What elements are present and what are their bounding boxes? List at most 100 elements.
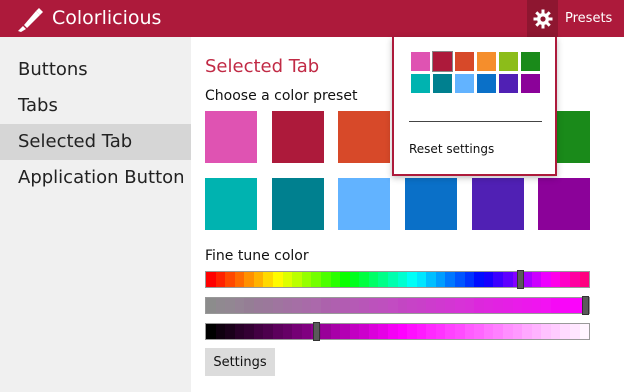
slider-segment bbox=[502, 298, 513, 313]
settings-button[interactable]: Settings bbox=[205, 348, 275, 376]
slider-segment bbox=[301, 324, 312, 339]
preset-label: Choose a color preset bbox=[205, 88, 358, 104]
slider-segment bbox=[531, 298, 542, 313]
presets-dropdown: Reset settings bbox=[392, 37, 557, 176]
dropdown-color-swatch[interactable] bbox=[433, 74, 452, 93]
slider-segment bbox=[407, 272, 417, 287]
slider-segment bbox=[464, 324, 475, 339]
slider-segment bbox=[263, 298, 274, 313]
slider-segment bbox=[445, 272, 456, 287]
preset-swatch[interactable] bbox=[272, 111, 324, 163]
reset-settings-item[interactable]: Reset settings bbox=[409, 142, 494, 156]
preset-swatch[interactable] bbox=[338, 178, 390, 230]
slider-segment bbox=[455, 272, 465, 287]
slider-segment bbox=[493, 272, 503, 287]
slider-segment bbox=[464, 298, 475, 313]
slider-segment bbox=[493, 324, 503, 339]
slider-segment bbox=[512, 324, 523, 339]
brightness-slider-thumb[interactable] bbox=[313, 322, 320, 341]
brightness-slider[interactable] bbox=[205, 323, 590, 340]
slider-segment bbox=[378, 298, 388, 313]
dropdown-color-swatch[interactable] bbox=[432, 51, 453, 72]
dropdown-color-swatch[interactable] bbox=[455, 74, 474, 93]
slider-segment bbox=[416, 298, 427, 313]
dropdown-color-swatch[interactable] bbox=[499, 52, 518, 71]
slider-segment bbox=[387, 298, 398, 313]
saturation-slider[interactable] bbox=[205, 297, 590, 314]
slider-segment bbox=[512, 298, 523, 313]
dropdown-color-swatch[interactable] bbox=[521, 74, 540, 93]
preset-swatch[interactable] bbox=[338, 111, 390, 163]
slider-segment bbox=[483, 324, 494, 339]
slider-segment bbox=[225, 324, 235, 339]
slider-segment bbox=[541, 272, 551, 287]
preset-swatch[interactable] bbox=[205, 111, 257, 163]
slider-segment bbox=[445, 324, 456, 339]
slider-segment bbox=[253, 298, 264, 313]
slider-segment bbox=[225, 272, 235, 287]
slider-segment bbox=[550, 272, 561, 287]
presets-button[interactable]: Presets bbox=[565, 11, 612, 26]
sidebar-item-tabs[interactable]: Tabs bbox=[0, 88, 191, 124]
slider-segment bbox=[426, 272, 436, 287]
slider-segment bbox=[234, 272, 245, 287]
page-title: Selected Tab bbox=[205, 56, 320, 77]
gear-icon[interactable] bbox=[533, 9, 553, 29]
dropdown-divider bbox=[409, 121, 542, 122]
title-bar: Colorlicious Presets bbox=[0, 0, 624, 37]
hue-slider[interactable] bbox=[205, 271, 590, 288]
slider-segment bbox=[359, 298, 369, 313]
slider-segment bbox=[253, 324, 264, 339]
slider-segment bbox=[215, 298, 226, 313]
slider-segment bbox=[253, 272, 264, 287]
preset-swatch[interactable] bbox=[272, 178, 324, 230]
slider-segment bbox=[560, 272, 570, 287]
slider-segment bbox=[464, 272, 475, 287]
slider-segment bbox=[378, 272, 388, 287]
slider-segment bbox=[320, 324, 331, 339]
hue-slider-thumb[interactable] bbox=[517, 270, 524, 289]
sidebar-item-selected-tab[interactable]: Selected Tab bbox=[0, 124, 191, 160]
slider-segment bbox=[455, 298, 465, 313]
slider-segment bbox=[387, 324, 398, 339]
slider-segment bbox=[244, 324, 254, 339]
slider-segment bbox=[560, 324, 570, 339]
sidebar-item-buttons[interactable]: Buttons bbox=[0, 52, 191, 88]
slider-segment bbox=[301, 298, 312, 313]
saturation-slider-thumb[interactable] bbox=[582, 296, 589, 315]
dropdown-color-swatch[interactable] bbox=[521, 52, 540, 71]
slider-segment bbox=[426, 298, 436, 313]
dropdown-color-swatch[interactable] bbox=[411, 52, 430, 71]
slider-segment bbox=[483, 298, 494, 313]
dropdown-color-swatch[interactable] bbox=[477, 52, 496, 71]
slider-segment bbox=[455, 324, 465, 339]
sidebar-item-application-button[interactable]: Application Button bbox=[0, 160, 191, 196]
preset-swatch[interactable] bbox=[472, 178, 524, 230]
dropdown-color-swatch[interactable] bbox=[499, 74, 518, 93]
slider-segment bbox=[206, 298, 216, 313]
slider-segment bbox=[273, 272, 283, 287]
slider-segment bbox=[387, 272, 398, 287]
slider-segment bbox=[282, 272, 293, 287]
slider-segment bbox=[579, 324, 589, 339]
slider-segment bbox=[273, 298, 283, 313]
slider-segment bbox=[407, 298, 417, 313]
slider-segment bbox=[320, 298, 331, 313]
slider-segment bbox=[359, 324, 369, 339]
slider-segment bbox=[378, 324, 388, 339]
slider-segment bbox=[474, 298, 484, 313]
preset-swatch[interactable] bbox=[405, 178, 457, 230]
slider-segment bbox=[301, 272, 312, 287]
dropdown-color-swatch[interactable] bbox=[455, 52, 474, 71]
slider-segment bbox=[435, 324, 446, 339]
slider-segment bbox=[579, 272, 589, 287]
slider-segment bbox=[474, 272, 484, 287]
slider-segment bbox=[206, 272, 216, 287]
slider-segment bbox=[234, 298, 245, 313]
preset-swatch[interactable] bbox=[205, 178, 257, 230]
slider-segment bbox=[340, 272, 350, 287]
dropdown-color-swatch[interactable] bbox=[477, 74, 496, 93]
preset-swatch[interactable] bbox=[538, 178, 590, 230]
slider-segment bbox=[416, 324, 427, 339]
dropdown-color-swatch[interactable] bbox=[411, 74, 430, 93]
